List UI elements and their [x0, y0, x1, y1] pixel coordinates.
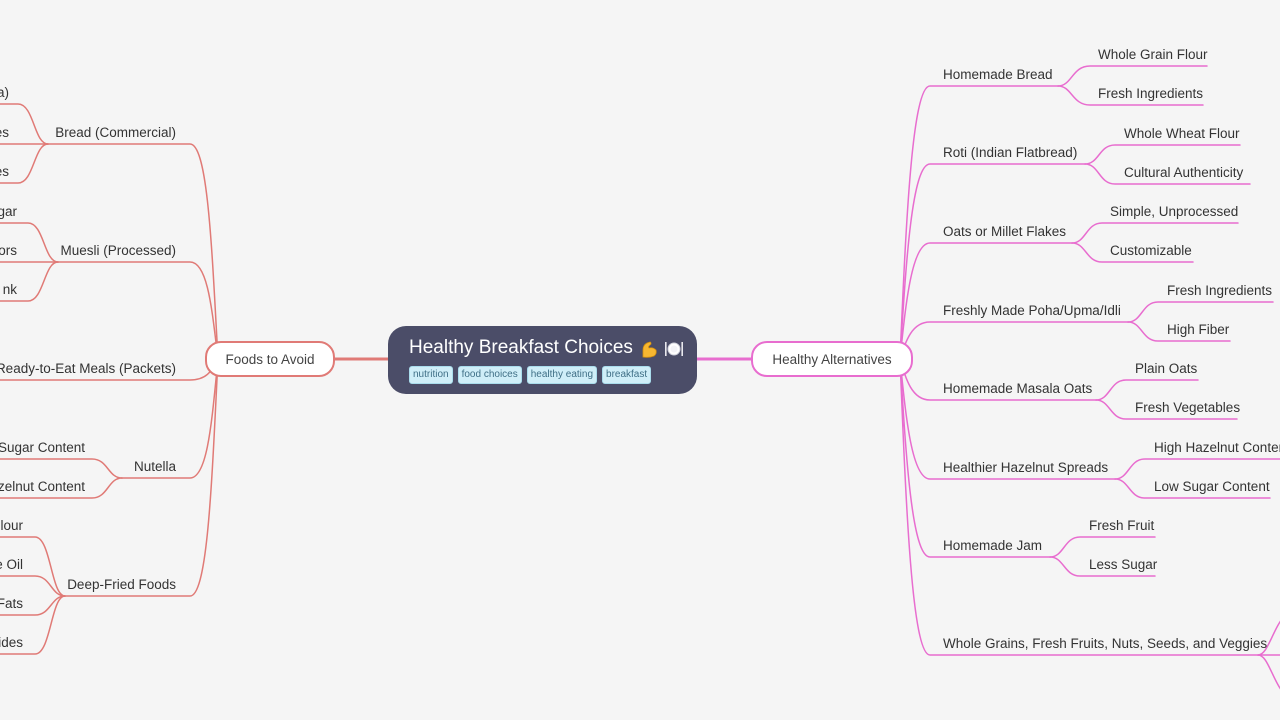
subtopic-right[interactable]: Low Sugar Content — [1154, 478, 1270, 496]
central-topic[interactable]: Healthy Breakfast Choices nutrition food… — [388, 326, 697, 394]
tag[interactable]: breakfast — [602, 366, 652, 384]
subtopic-left[interactable]: Sugar Content — [0, 439, 85, 457]
subtopic-left[interactable]: ors — [0, 242, 17, 260]
topic-left[interactable]: Deep-Fried Foods — [67, 576, 176, 594]
branch-label: Foods to Avoid — [225, 351, 315, 367]
flexed-biceps-icon — [639, 339, 657, 358]
subtopic-right[interactable]: Plain Oats — [1135, 360, 1197, 378]
connector-right-leaf — [1071, 222, 1239, 244]
branch-foods-to-avoid[interactable]: Foods to Avoid — [205, 341, 335, 377]
subtopic-right[interactable]: Whole Wheat Flour — [1124, 125, 1240, 143]
topic-right[interactable]: Homemade Jam — [943, 537, 1042, 555]
topic-right[interactable]: Homemade Masala Oats — [943, 380, 1092, 398]
connector-right-leaf — [1114, 458, 1280, 480]
topic-left[interactable]: Nutella — [134, 458, 176, 476]
connector-right-leaf — [1049, 536, 1156, 558]
central-title-row: Healthy Breakfast Choices — [409, 335, 683, 361]
subtopic-right[interactable]: Fresh Ingredients — [1098, 85, 1203, 103]
topic-left[interactable]: Muesli (Processed) — [60, 242, 176, 260]
subtopic-left[interactable]: a) — [0, 84, 9, 102]
fork-knife-plate-icon — [663, 339, 683, 357]
connector-right-leaf — [1057, 65, 1208, 87]
subtopic-left[interactable]: es — [0, 163, 9, 181]
topic-right[interactable]: Homemade Bread — [943, 66, 1053, 84]
subtopic-left[interactable]: gar — [0, 203, 17, 221]
central-title: Healthy Breakfast Choices — [409, 337, 633, 358]
tag[interactable]: healthy eating — [526, 366, 598, 384]
connector-left-leaf — [0, 458, 123, 479]
topic-right[interactable]: Freshly Made Poha/Upma/Idli — [943, 302, 1121, 320]
subtopic-left[interactable]: e Oil — [0, 556, 23, 574]
connector-right-topic — [899, 321, 1129, 360]
connector-right-leaf — [1127, 301, 1274, 323]
branch-label: Healthy Alternatives — [772, 351, 892, 367]
subtopic-right[interactable]: Cultural Authenticity — [1124, 164, 1243, 182]
subtopic-left[interactable]: nk — [3, 281, 17, 299]
tag[interactable]: food choices — [457, 366, 522, 384]
subtopic-right[interactable]: Customizable — [1110, 242, 1192, 260]
topic-left[interactable]: Bread (Commercial) — [55, 124, 176, 142]
topic-right[interactable]: Healthier Hazelnut Spreads — [943, 459, 1108, 477]
topic-right[interactable]: Oats or Millet Flakes — [943, 223, 1066, 241]
connector-right-topic — [899, 163, 1086, 360]
subtopic-left[interactable]: ides — [0, 634, 23, 652]
subtopic-right[interactable]: Fresh Vegetables — [1135, 399, 1240, 417]
subtopic-left[interactable]: es — [0, 124, 9, 142]
subtopic-left[interactable]: zelnut Content — [0, 478, 85, 496]
subtopic-right[interactable]: Fresh Ingredients — [1167, 282, 1272, 300]
subtopic-left[interactable]: Fats — [0, 595, 23, 613]
subtopic-left[interactable]: lour — [0, 517, 23, 535]
connector-right-leaf-offscreen — [1257, 654, 1280, 690]
topic-right[interactable]: Roti (Indian Flatbread) — [943, 144, 1077, 162]
subtopic-right[interactable]: Whole Grain Flour — [1098, 46, 1208, 64]
branch-healthy-alternatives[interactable]: Healthy Alternatives — [751, 341, 913, 377]
subtopic-right[interactable]: Simple, Unprocessed — [1110, 203, 1238, 221]
subtopic-right[interactable]: High Hazelnut Content — [1154, 439, 1280, 457]
connector-right-topic — [899, 242, 1073, 360]
subtopic-right[interactable]: Fresh Fruit — [1089, 517, 1154, 535]
connector-left-leaf — [0, 575, 66, 597]
subtopic-right[interactable]: High Fiber — [1167, 321, 1229, 339]
tag[interactable]: nutrition — [409, 366, 453, 384]
connector-left-topic — [57, 261, 219, 360]
tag-list: nutrition food choices healthy eating br… — [409, 366, 677, 384]
connector-right-leaf — [1084, 144, 1241, 165]
topic-left[interactable]: Ready-to-Eat Meals (Packets) — [0, 360, 176, 378]
topic-right[interactable]: Whole Grains, Fresh Fruits, Nuts, Seeds,… — [943, 635, 1267, 653]
connector-right-leaf — [1095, 379, 1199, 401]
subtopic-right[interactable]: Less Sugar — [1089, 556, 1157, 574]
